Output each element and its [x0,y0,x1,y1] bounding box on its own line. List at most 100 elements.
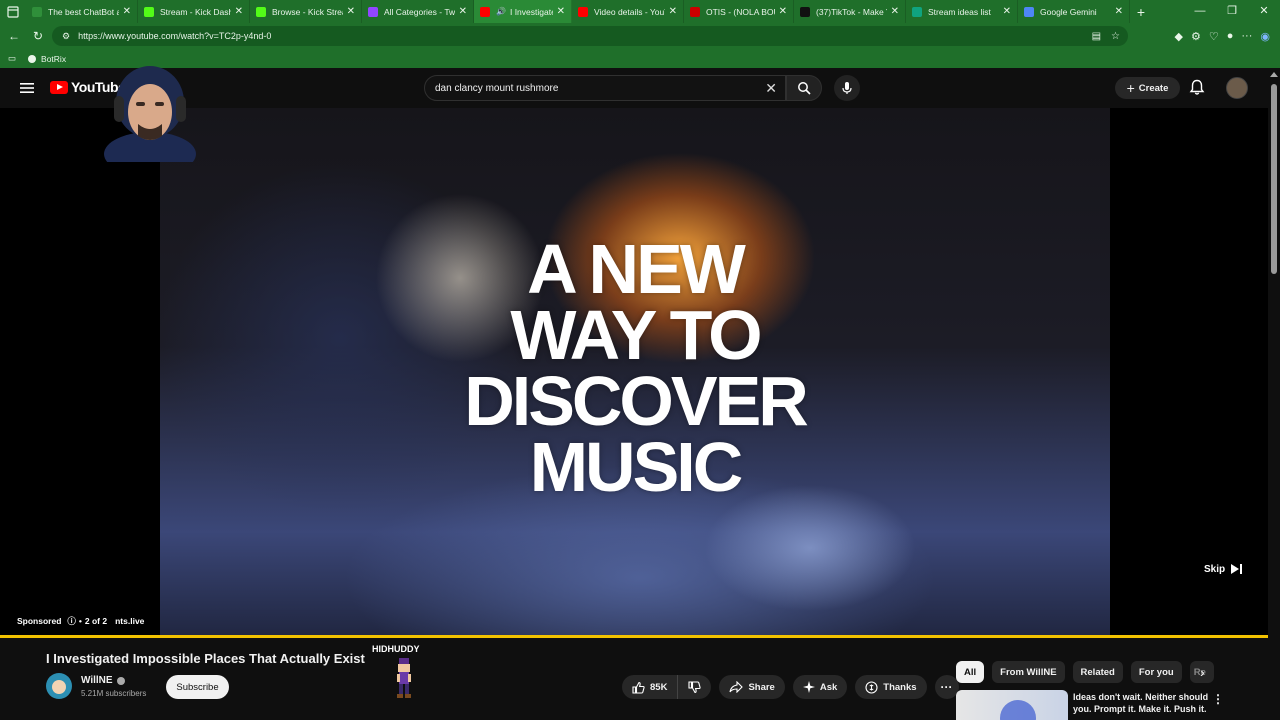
browser-tab[interactable]: Stream ideas list ✕ [906,0,1018,23]
sidebar-ad-thumbnail[interactable] [956,690,1068,720]
related-filter-chips: All From WillNE Related For you Re [956,661,1214,683]
browser-tab[interactable]: Stream - Kick Dashb ✕ [138,0,250,23]
sidebar-ad-more-icon[interactable]: ⋮ [1212,692,1224,706]
sidebar-toggle-icon[interactable]: ▭ [8,53,16,64]
reader-mode-icon[interactable]: ▤ [1092,31,1101,42]
tab-favicon-icon [256,6,266,17]
sponsored-label: Sponsored [17,616,62,626]
ad-video-frame[interactable]: A NEW WAY TO DISCOVER MUSIC [160,108,1110,638]
tab-favicon-icon [800,6,810,17]
tab-title: Browse - Kick Strea [272,6,343,17]
tab-title: I Investigated I [509,6,553,17]
minimize-icon[interactable]: — [1184,0,1216,23]
skip-ad-button[interactable]: Skip [1204,563,1243,575]
browser-tab[interactable]: OTIS - (NOLA BOUN ✕ [684,0,794,23]
page-scrollbar[interactable] [1268,68,1280,720]
tab-close-icon[interactable]: ✕ [1003,6,1011,17]
close-window-icon[interactable]: ✕ [1248,0,1280,23]
voice-search-button[interactable] [834,75,860,101]
chip-all[interactable]: All [956,661,985,683]
tab-close-icon[interactable]: ✕ [459,6,467,17]
browser-tab[interactable]: (37)TikTok - Make Y ✕ [794,0,906,23]
scrollbar-thumb[interactable] [1271,84,1277,274]
search-input[interactable]: dan clancy mount rushmore ✕ [424,75,786,101]
ad-domain-link[interactable]: nts.live [115,616,144,626]
tab-close-icon[interactable]: ✕ [669,6,677,17]
back-icon[interactable]: ← [2,29,26,43]
copilot-icon[interactable]: ◉ [1260,30,1270,43]
video-details: I Investigated Impossible Places That Ac… [0,638,1268,720]
tab-close-icon[interactable]: ✕ [779,6,787,17]
bookmark-label: BotRix [41,53,67,64]
tab-favicon-icon [578,6,588,17]
extensions-area: ◆ ⚙ ♡ ● ··· ◉ [1175,23,1280,49]
hamburger-menu-icon[interactable] [18,79,36,97]
channel-name[interactable]: WillNE [81,675,125,686]
create-button[interactable]: + Create [1115,77,1180,99]
browser-tab[interactable]: Video details - YouT ✕ [572,0,684,23]
tab-close-icon[interactable]: ✕ [891,6,899,17]
bookmark-botrix[interactable]: BotRix [28,54,66,64]
clear-search-icon[interactable]: ✕ [765,80,777,97]
channel-avatar[interactable] [46,673,72,699]
browser-tab[interactable]: 🔊I Investigated I ✕ [474,0,572,23]
notifications-bell-icon[interactable] [1189,79,1205,96]
site-info-icon[interactable]: ⚙ [62,31,70,42]
chip-for-you[interactable]: For you [1130,661,1182,683]
thanks-button[interactable]: Thanks [855,675,927,699]
more-actions-icon[interactable]: ··· [934,675,959,699]
browser-tab[interactable]: The best ChatBot ar ✕ [26,0,138,23]
dislike-button[interactable] [678,675,711,699]
like-count: 85K [650,681,668,693]
video-actions: 85K Share Ask Thanks ··· [622,675,959,699]
account-avatar[interactable] [1226,77,1248,99]
browser-essentials-icon[interactable]: ♡ [1209,30,1219,43]
profile-icon[interactable]: ● [1227,30,1234,42]
extension-diamond-icon[interactable]: ◆ [1175,30,1183,43]
search-button[interactable] [786,75,822,101]
scroll-up-icon[interactable] [1270,72,1278,77]
tab-close-icon[interactable]: ✕ [347,6,355,17]
tab-close-icon[interactable]: ✕ [235,6,243,17]
tab-close-icon[interactable]: ✕ [123,6,131,17]
ask-button[interactable]: Ask [792,675,848,699]
chip-from-channel[interactable]: From WillNE [992,661,1065,683]
share-arrow-icon [729,681,744,693]
tab-close-icon[interactable]: ✕ [557,6,565,17]
favorite-star-icon[interactable]: ☆ [1111,31,1120,42]
browser-tab[interactable]: Browse - Kick Strea ✕ [250,0,362,23]
browser-tab[interactable]: All Categories - Twi ✕ [362,0,474,23]
verified-badge-icon [116,676,125,685]
tab-title: Google Gemini [1040,6,1097,17]
new-tab-button[interactable]: + [1130,4,1152,20]
extensions-puzzle-icon[interactable]: ⚙ [1191,30,1201,43]
tab-actions-menu-icon[interactable] [0,0,26,23]
youtube-play-icon [50,80,68,94]
share-button[interactable]: Share [719,675,785,699]
tab-title: Video details - YouT [594,6,665,17]
sidebar-ad-text[interactable]: Ideas don't wait. Neither should you. Pr… [1073,691,1211,715]
address-bar[interactable]: ⚙ https://www.youtube.com/watch?v=TC2p-y… [52,26,1128,46]
like-button[interactable]: 85K [622,675,679,699]
reload-icon[interactable]: ↻ [26,29,50,43]
tab-favicon-icon [368,6,378,17]
info-icon[interactable]: ⓘ [67,615,76,627]
browser-tab[interactable]: Google Gemini ✕ [1018,0,1130,23]
restore-icon[interactable]: ❐ [1216,0,1248,23]
ad-count: 2 of 2 [84,616,108,626]
pixel-character-sprite [397,658,411,698]
url-text: https://www.youtube.com/watch?v=TC2p-y4n… [78,31,272,41]
like-dislike-group: 85K [622,675,712,699]
video-player[interactable]: A NEW WAY TO DISCOVER MUSIC Skip Sponsor… [0,108,1270,638]
settings-more-icon[interactable]: ··· [1241,30,1252,42]
chip-related[interactable]: Related [1072,661,1123,683]
video-title: I Investigated Impossible Places That Ac… [46,651,365,666]
tab-favicon-icon [690,6,700,17]
thumbs-up-icon [632,681,645,694]
sparkle-icon [802,681,815,693]
chevron-right-icon[interactable]: › [1200,664,1205,680]
tab-close-icon[interactable]: ✕ [1115,6,1123,17]
tab-audio-icon[interactable]: 🔊 [496,7,506,16]
subscribe-button[interactable]: Subscribe [166,675,229,699]
skip-next-icon [1231,564,1243,574]
